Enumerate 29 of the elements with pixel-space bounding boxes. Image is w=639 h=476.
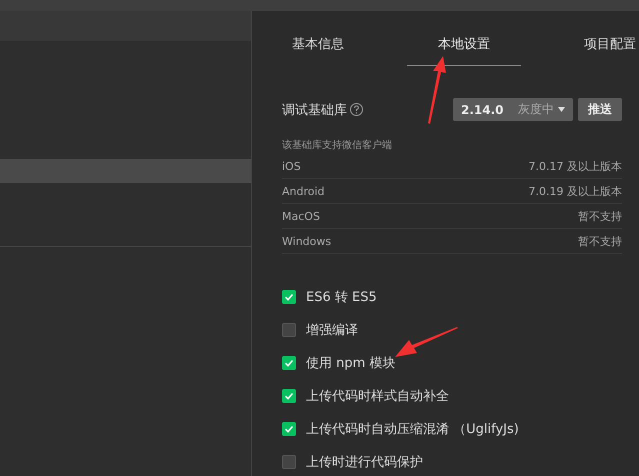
tab[interactable]: 项目配置	[584, 35, 636, 66]
version-requirement: 暂不支持	[578, 234, 622, 248]
checkbox[interactable]	[282, 323, 296, 337]
push-button[interactable]: 推送	[578, 98, 622, 121]
checkbox[interactable]	[282, 422, 296, 436]
checkbox[interactable]	[282, 356, 296, 370]
version-requirement: 7.0.17 及以上版本	[528, 158, 622, 174]
support-heading: 该基础库支持微信客户端	[282, 138, 393, 153]
help-icon[interactable]	[350, 103, 363, 116]
platform-name: Windows	[282, 234, 332, 248]
option-label: 上传代码时样式自动补全	[306, 388, 449, 405]
option-label: 上传代码时自动压缩混淆 （UglifyJs)	[306, 421, 519, 438]
arrow-annotation	[394, 327, 459, 360]
platform-name: Android	[282, 184, 325, 198]
option-label: ES6 转 ES5	[306, 289, 377, 306]
version-requirement: 暂不支持	[578, 208, 622, 224]
checkbox[interactable]	[282, 290, 296, 304]
option-label: 增强编译	[306, 322, 358, 339]
platform-name: iOS	[282, 160, 301, 172]
platform-name: MacOS	[282, 210, 320, 222]
checkbox[interactable]	[282, 455, 296, 469]
tab[interactable]: 基本信息	[282, 35, 344, 66]
checkbox[interactable]	[282, 389, 296, 403]
option-label: 上传时进行代码保护	[306, 454, 423, 471]
caret-icon	[558, 107, 565, 112]
option-label: 使用 npm 模块	[306, 355, 396, 372]
version-dropdown[interactable]: 2.14.0 灰度中	[453, 98, 573, 121]
version-requirement: 7.0.19 及以上版本	[528, 184, 622, 198]
setting-label: 调试基础库	[282, 102, 347, 118]
